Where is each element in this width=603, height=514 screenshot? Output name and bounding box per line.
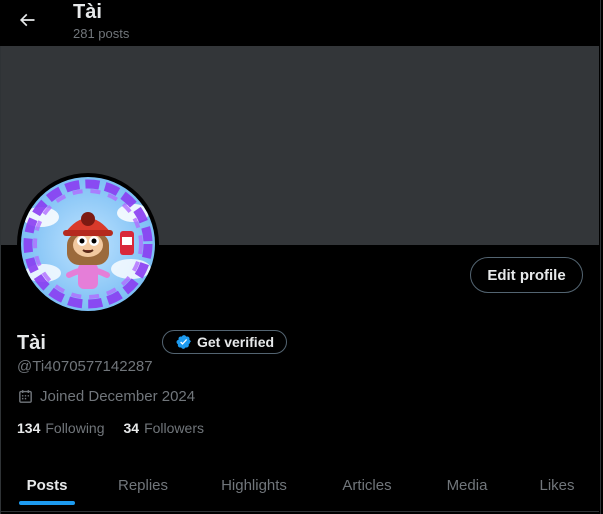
profile-tabs: Posts Replies Highlights Articles Media … <box>1 459 599 512</box>
get-verified-button[interactable]: Get verified <box>162 330 287 354</box>
tab-posts[interactable]: Posts <box>1 459 93 511</box>
followers-label: Followers <box>144 420 204 436</box>
following-count: 134 <box>17 420 41 436</box>
avatar[interactable] <box>17 173 159 315</box>
tab-highlights[interactable]: Highlights <box>193 459 315 511</box>
edit-profile-button[interactable]: Edit profile <box>470 257 583 293</box>
calendar-icon <box>19 390 32 403</box>
header-title: Tài <box>73 1 102 23</box>
posts-count: 281 posts <box>73 26 130 41</box>
followers-link[interactable]: 34 Followers <box>124 420 204 436</box>
following-label: Following <box>45 420 105 436</box>
following-link[interactable]: 134 Following <box>17 420 105 436</box>
tab-label: Posts <box>26 476 68 494</box>
tab-label: Media <box>446 476 488 494</box>
profile-name: Tài <box>17 332 46 354</box>
followers-count: 34 <box>123 420 140 436</box>
tab-label: Highlights <box>221 476 287 494</box>
get-verified-label: Get verified <box>197 334 275 350</box>
tab-label: Replies <box>117 476 169 494</box>
profile-handle: @Ti4070577142287 <box>17 358 153 375</box>
profile-header: Tài 281 posts <box>0 0 600 46</box>
right-divider <box>600 0 601 514</box>
tab-replies[interactable]: Replies <box>93 459 193 511</box>
follow-stats: 134 Following 34 Followers <box>17 420 204 436</box>
join-date: Joined December 2024 <box>17 388 195 405</box>
tab-likes[interactable]: Likes <box>515 459 599 511</box>
tab-articles[interactable]: Articles <box>315 459 419 511</box>
avatar-image <box>21 177 155 311</box>
back-button[interactable] <box>10 3 44 37</box>
tab-label: Articles <box>342 476 392 494</box>
active-tab-indicator <box>19 501 75 505</box>
verified-badge-icon <box>176 335 191 349</box>
tab-media[interactable]: Media <box>419 459 515 511</box>
arrow-left-icon <box>19 13 35 27</box>
tab-label: Likes <box>539 476 575 494</box>
join-date-text: Joined December 2024 <box>40 388 196 405</box>
